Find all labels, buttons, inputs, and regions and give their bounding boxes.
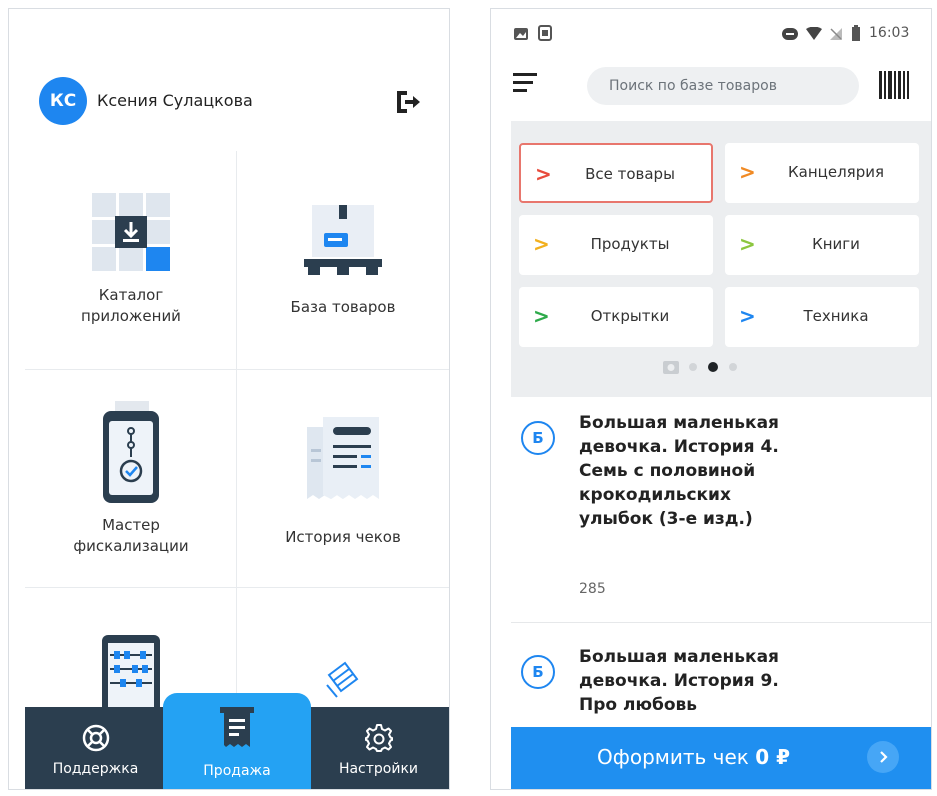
tile-app-catalog[interactable]: Каталог приложений [25, 151, 237, 369]
checkout-label: Оформить чек 0 ₽ [597, 745, 791, 769]
list-item[interactable]: Б Большая маленькая девочка. История 4. … [511, 411, 931, 611]
category-label: Техника [803, 307, 869, 325]
menu-grid: Каталог приложений База товаров Мастер ф… [25, 151, 449, 721]
chevron-right-icon [867, 741, 899, 773]
list-item[interactable]: Б Большая маленькая девочка. История 9. … [511, 645, 931, 727]
nav-settings-label: Настройки [338, 761, 419, 777]
receipt-register-icon [220, 707, 254, 747]
product-title: Большая маленькая девочка. История 4. Се… [579, 413, 779, 529]
category-label: Все товары [585, 165, 675, 183]
chevron-right-icon: > [535, 162, 552, 186]
category-all[interactable]: > Все товары [519, 143, 713, 203]
category-label: Открытки [590, 307, 670, 325]
tile-product-base[interactable]: База товаров [237, 151, 449, 369]
category-label: Канцелярия [788, 163, 884, 181]
tile-label: База товаров [290, 298, 396, 316]
nav-support-label: Поддержка [52, 761, 139, 777]
chevron-right-icon: > [739, 160, 756, 184]
category-food[interactable]: > Продукты [519, 215, 713, 275]
top-bar [491, 61, 931, 111]
category-label: Книги [812, 235, 860, 253]
sale-screen: 16:03 > Все товары > Канцелярия > Продук… [490, 8, 932, 790]
app-catalog-icon [92, 193, 170, 271]
tile-label: История чеков [285, 528, 401, 546]
status-time: 16:03 [869, 25, 910, 41]
status-bar: 16:03 [491, 9, 931, 49]
category-electronics[interactable]: > Техника [725, 287, 919, 347]
product-search[interactable] [587, 67, 871, 105]
screenshot-notification-icon [538, 25, 552, 41]
tile-label: Мастер фискализации [73, 516, 189, 555]
lifebuoy-icon [82, 724, 109, 752]
main-menu-screen: КС Ксения Сулацкова Каталог приложений Б… [8, 8, 450, 790]
chevron-right-icon: > [739, 232, 756, 256]
battery-icon [852, 25, 860, 41]
user-header: КС Ксения Сулацкова [9, 77, 449, 127]
chevron-right-icon: > [533, 304, 550, 328]
product-price: 285 [579, 581, 606, 597]
checkout-button[interactable]: Оформить чек 0 ₽ [511, 727, 931, 789]
bottom-nav: Поддержка Продажа Настройки [25, 693, 449, 789]
nav-sale[interactable]: Продажа [163, 693, 311, 789]
image-notification-icon [514, 28, 528, 40]
page-indicator[interactable] [511, 357, 931, 377]
category-stationery[interactable]: > Канцелярия [725, 143, 919, 203]
tile-receipt-history[interactable]: История чеков [237, 369, 449, 587]
category-label: Продукты [590, 235, 670, 253]
category-postcards[interactable]: > Открытки [519, 287, 713, 347]
nav-support[interactable]: Поддержка [25, 707, 166, 789]
product-initial-badge: Б [521, 655, 555, 689]
tile-fiscal-wizard[interactable]: Мастер фискализации [25, 369, 237, 587]
nav-settings[interactable]: Настройки [308, 707, 449, 789]
receipts-icon [307, 417, 379, 499]
avatar[interactable]: КС [39, 77, 87, 125]
product-initial-badge: Б [521, 421, 555, 455]
gear-icon [364, 724, 393, 752]
barcode-icon[interactable] [879, 71, 909, 99]
menu-icon[interactable] [513, 71, 539, 95]
tickets-icon [326, 661, 359, 698]
do-not-disturb-icon [782, 28, 798, 40]
category-panel: > Все товары > Канцелярия > Продукты > К… [511, 121, 931, 397]
fiscal-terminal-icon [103, 401, 159, 503]
wifi-icon [806, 27, 822, 40]
tile-label: Каталог приложений [81, 286, 181, 325]
logout-icon[interactable] [393, 87, 423, 117]
chevron-right-icon: > [533, 232, 550, 256]
search-input[interactable] [587, 67, 871, 105]
product-box-icon [304, 205, 382, 275]
nav-sale-label: Продажа [203, 763, 271, 779]
chevron-right-icon: > [739, 304, 756, 328]
user-name: Ксения Сулацкова [97, 91, 253, 110]
signal-icon [830, 28, 842, 40]
product-title: Большая маленькая девочка. История 9. Пр… [579, 647, 779, 715]
category-books[interactable]: > Книги [725, 215, 919, 275]
